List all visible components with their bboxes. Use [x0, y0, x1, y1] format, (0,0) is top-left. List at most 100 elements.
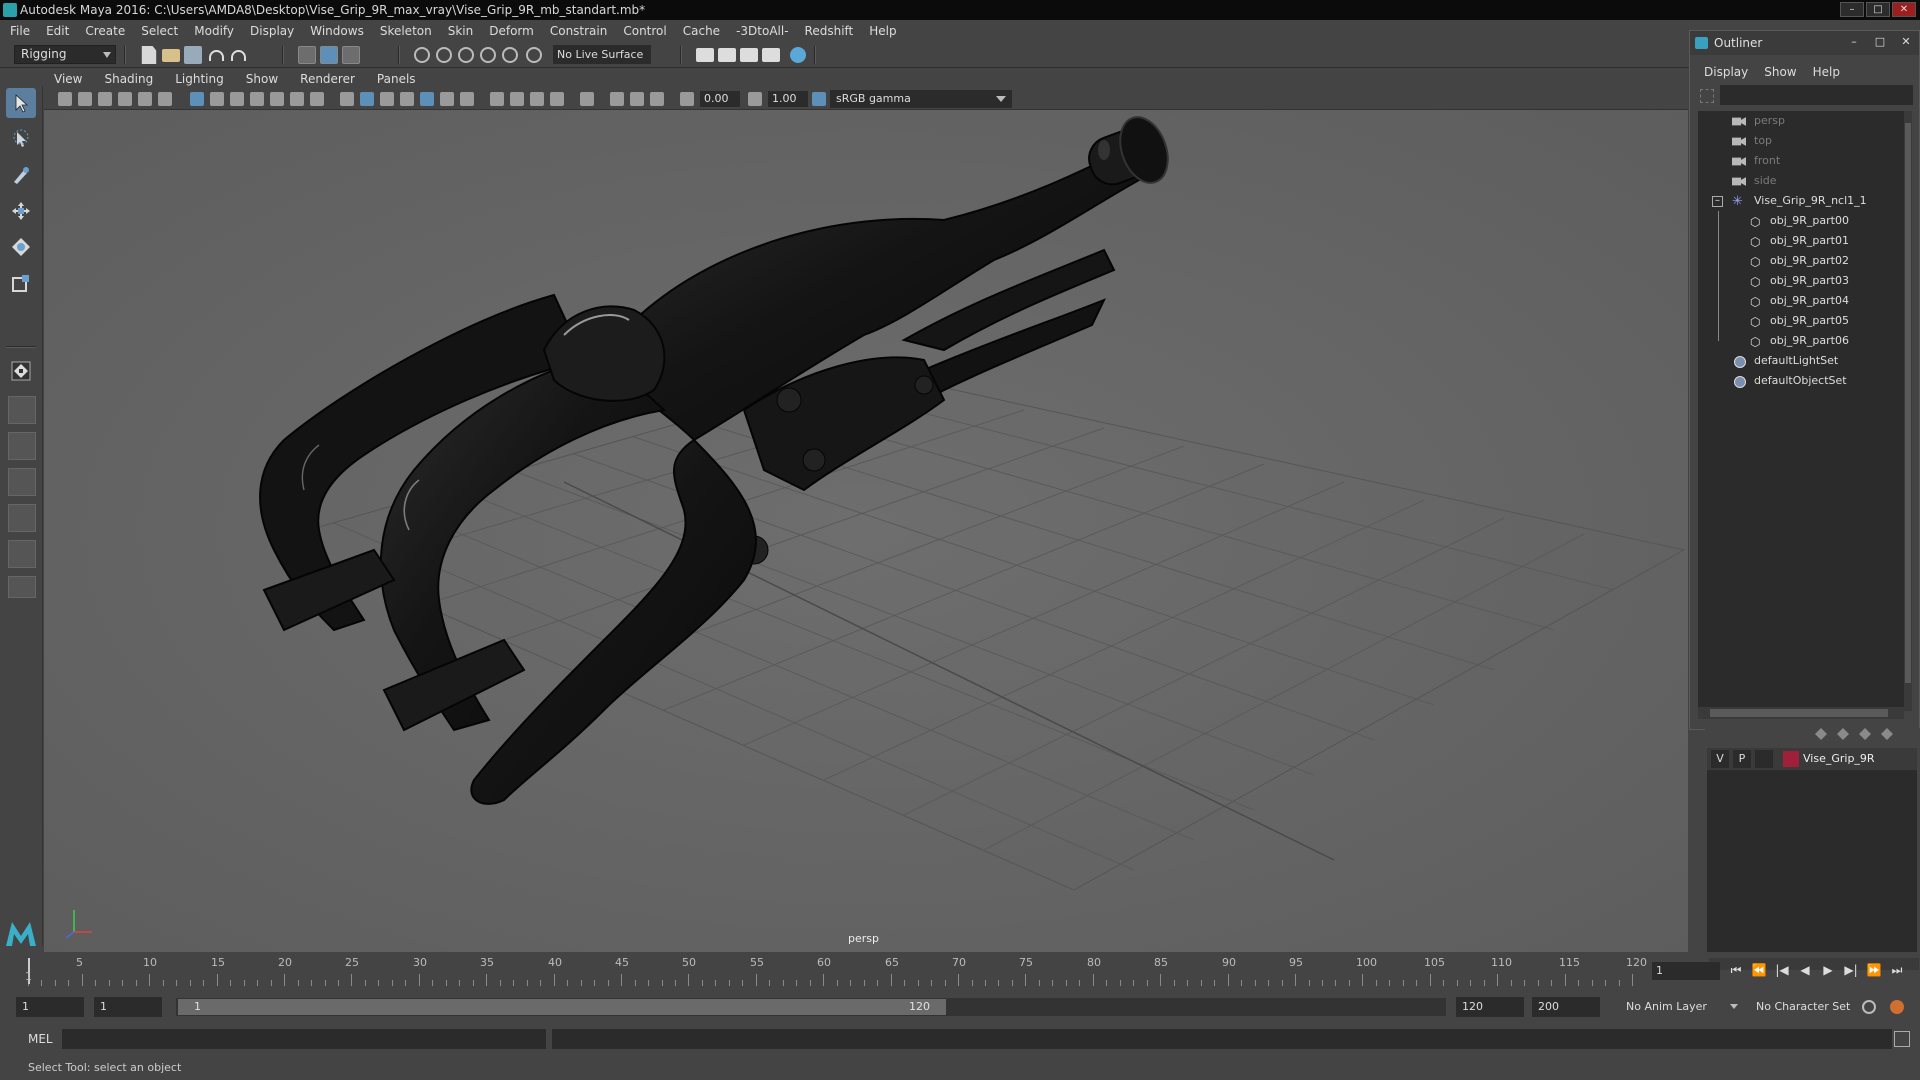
perspective-viewport[interactable] [44, 110, 1688, 952]
xray-icon[interactable] [610, 92, 624, 106]
outliner-item-part00[interactable]: obj_9R_part00 [1698, 211, 1904, 232]
outliner-minimize-button[interactable]: – [1845, 35, 1863, 49]
persp-graph-layout-icon[interactable] [8, 504, 36, 532]
outliner-item-part02[interactable]: obj_9R_part02 [1698, 251, 1904, 272]
step-forward-frame-button[interactable]: ▶| [1843, 962, 1859, 978]
render-frame-icon[interactable] [718, 48, 736, 62]
four-view-layout-icon[interactable] [8, 396, 36, 424]
menu-set-dropdown[interactable]: Rigging [14, 45, 116, 64]
outliner-search-input[interactable] [1720, 85, 1913, 105]
select-object-icon[interactable] [320, 46, 338, 64]
panel-menu-renderer[interactable]: Renderer [300, 72, 355, 86]
outliner-maximize-button[interactable]: □ [1871, 35, 1889, 49]
2d-pan-zoom-icon[interactable] [138, 92, 152, 106]
playback-end-field[interactable]: 120 [1456, 997, 1524, 1017]
view-transform-dropdown[interactable]: sRGB gamma [830, 90, 1012, 108]
range-slider-handle[interactable]: 1 120 [178, 999, 946, 1015]
menu-deform[interactable]: Deform [489, 24, 534, 38]
outliner-menu-show[interactable]: Show [1764, 65, 1796, 83]
filter-icon[interactable] [1700, 89, 1714, 103]
lasso-tool[interactable] [6, 124, 36, 154]
panel-menu-panels[interactable]: Panels [377, 72, 416, 86]
snap-vertex-icon[interactable] [526, 47, 542, 63]
image-plane-icon[interactable] [118, 92, 132, 106]
snap-surface-icon[interactable] [502, 47, 518, 63]
hypershade-layout-icon[interactable] [8, 540, 36, 568]
layer-name[interactable]: Vise_Grip_9R [1803, 748, 1875, 770]
menu-cache[interactable]: Cache [683, 24, 720, 38]
camera-select-icon[interactable] [58, 92, 72, 106]
default-lighting-icon[interactable] [380, 92, 394, 106]
scrollbar-thumb[interactable] [1710, 709, 1888, 717]
outliner-item-part06[interactable]: obj_9R_part06 [1698, 331, 1904, 352]
xray-components-icon[interactable] [650, 92, 664, 106]
range-slider[interactable]: 1 120 [176, 998, 1446, 1016]
animation-prefs-icon[interactable] [1890, 1000, 1904, 1014]
script-language-toggle[interactable]: MEL [28, 1032, 53, 1046]
panel-menu-show[interactable]: Show [246, 72, 278, 86]
gamma-field[interactable]: 1.00 [768, 91, 808, 107]
minimize-button[interactable]: – [1840, 2, 1864, 17]
outliner-menu-display[interactable]: Display [1704, 65, 1748, 83]
select-tool[interactable] [6, 88, 36, 118]
auto-key-icon[interactable] [1862, 1000, 1876, 1014]
safe-action-icon[interactable] [290, 92, 304, 106]
shadows-icon[interactable] [460, 92, 474, 106]
last-tool-used[interactable] [6, 356, 36, 386]
snap-curve-icon[interactable] [436, 47, 452, 63]
panel-menu-lighting[interactable]: Lighting [175, 72, 224, 86]
new-layer-icon[interactable] [1859, 728, 1871, 740]
smooth-shade-icon[interactable] [360, 92, 374, 106]
undo-icon[interactable] [206, 46, 224, 64]
outliner-horizontal-scrollbar[interactable] [1698, 707, 1904, 719]
command-input[interactable] [62, 1029, 546, 1049]
depth-of-field-icon[interactable] [550, 92, 564, 106]
outliner-item-part03[interactable]: obj_9R_part03 [1698, 271, 1904, 292]
camera-attributes-icon[interactable] [78, 92, 92, 106]
ipr-render-icon[interactable] [740, 48, 758, 62]
screen-space-ao-icon[interactable] [490, 92, 504, 106]
panel-menu-view[interactable]: View [54, 72, 82, 86]
move-layer-down-icon[interactable] [1837, 728, 1849, 740]
hypershade-icon[interactable] [790, 47, 806, 63]
menu-create[interactable]: Create [85, 24, 125, 38]
select-hierarchy-icon[interactable] [298, 46, 316, 64]
outliner-item-persp[interactable]: persp [1698, 111, 1904, 131]
layout-options-icon[interactable] [8, 576, 36, 598]
layer-display-type[interactable] [1755, 750, 1773, 768]
menu-skeleton[interactable]: Skeleton [380, 24, 432, 38]
outliner-item-side[interactable]: side [1698, 171, 1904, 191]
collapse-toggle-icon[interactable]: – [1712, 196, 1723, 207]
scrollbar-thumb[interactable] [1905, 123, 1911, 683]
character-set-dropdown[interactable]: No Character Set [1750, 997, 1860, 1017]
redo-icon[interactable] [228, 46, 246, 64]
film-gate-icon[interactable] [210, 92, 224, 106]
select-component-icon[interactable] [342, 46, 360, 64]
playback-start-field[interactable]: 1 [94, 997, 162, 1017]
anti-aliasing-icon[interactable] [530, 92, 544, 106]
field-chart-icon[interactable] [270, 92, 284, 106]
save-scene-icon[interactable] [184, 46, 202, 64]
menu-redshift[interactable]: Redshift [805, 24, 854, 38]
render-settings-icon[interactable] [696, 48, 714, 62]
animation-start-field[interactable]: 1 [16, 997, 84, 1017]
outliner-vertical-scrollbar[interactable] [1904, 111, 1912, 711]
time-slider[interactable]: 5 10 15 20 25 30 35 40 45 50 55 60 65 70 75 80 85 90 95 100… [25, 954, 1652, 986]
layer-row[interactable]: V P Vise_Grip_9R [1707, 748, 1917, 770]
grid-toggle-icon[interactable] [190, 92, 204, 106]
outliner-item-group[interactable]: – Vise_Grip_9R_ncl1_1 [1698, 191, 1904, 212]
menu-help[interactable]: Help [869, 24, 896, 38]
wireframe-on-shaded-icon[interactable] [400, 92, 414, 106]
use-all-lights-icon[interactable] [440, 92, 454, 106]
go-to-end-button[interactable]: ⏭ [1889, 962, 1905, 978]
menu-skin[interactable]: Skin [448, 24, 474, 38]
open-scene-icon[interactable] [162, 49, 180, 62]
step-back-frame-button[interactable]: |◀ [1774, 962, 1790, 978]
animation-end-field[interactable]: 200 [1532, 997, 1600, 1017]
color-management-icon[interactable] [812, 92, 826, 106]
gamma-icon[interactable] [748, 92, 762, 106]
menu-modify[interactable]: Modify [194, 24, 234, 38]
step-back-key-button[interactable]: ⏪ [1751, 962, 1767, 978]
outliner-menu-help[interactable]: Help [1813, 65, 1840, 83]
menu-file[interactable]: File [10, 24, 30, 38]
